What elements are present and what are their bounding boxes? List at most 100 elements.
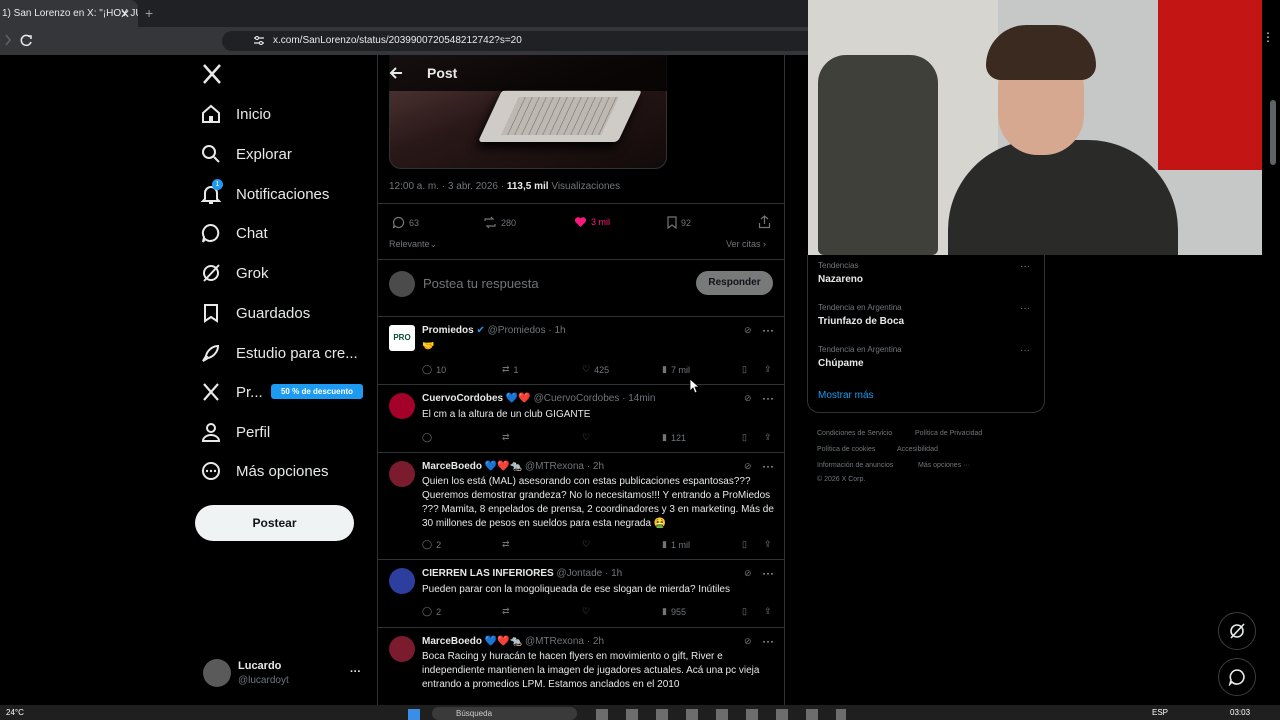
nav-item-mas-opciones[interactable]: Más opciones — [200, 453, 329, 489]
reply-item[interactable]: PRO Promiedos ✔ @Promiedos · 1h 🤝 ◯ 10 ⇄ 1… — [378, 317, 784, 384]
nav-item-grok[interactable]: Grok — [200, 255, 269, 291]
more-icon[interactable]: ··· — [762, 391, 774, 405]
reply-input[interactable]: Postea tu respuesta — [423, 276, 539, 291]
promiedos-avatar[interactable]: PRO — [389, 325, 415, 351]
messages-floating-button[interactable] — [1218, 658, 1256, 696]
reload-icon[interactable] — [20, 34, 33, 47]
nav-item-guardados[interactable]: Guardados — [200, 295, 310, 331]
author-name[interactable]: CIERREN LAS INFERIORES — [422, 568, 554, 579]
reply-replies[interactable]: ◯ 2 — [422, 539, 441, 550]
reply-reposts[interactable]: ⇄ — [502, 432, 510, 443]
footer-link[interactable]: Información de anuncios — [817, 462, 893, 469]
grok-icon[interactable]: ⊘ — [744, 636, 752, 647]
trend-more-icon[interactable]: ··· — [1020, 303, 1030, 314]
close-tab-icon[interactable]: ✕ — [118, 7, 132, 21]
nav-item-explorar[interactable]: Explorar — [200, 136, 292, 172]
avatar[interactable] — [389, 568, 415, 594]
account-avatar[interactable] — [203, 659, 231, 687]
footer-link[interactable]: Accesibilidad — [897, 446, 938, 453]
sort-dropdown[interactable]: Relevante⌄ — [389, 239, 437, 250]
bookmarks-button[interactable]: 92 — [667, 216, 691, 229]
footer-link[interactable]: Condiciones de Servicio — [817, 430, 892, 437]
account-more-icon[interactable]: ··· — [350, 666, 361, 678]
nav-item-chat[interactable]: Chat — [200, 215, 268, 251]
trend-name[interactable]: Triunfazo de Boca — [818, 316, 904, 327]
share-icon[interactable]: ⇪ — [764, 539, 772, 550]
author-name[interactable]: CuervoCordobes 💙❤️ — [422, 393, 531, 404]
reply-views[interactable]: ▮ 1 mil — [662, 539, 690, 550]
reply-likes[interactable]: ♡ — [582, 432, 590, 443]
share-icon[interactable]: ⇪ — [764, 606, 772, 617]
nav-item-estudio[interactable]: Estudio para cre... — [200, 335, 358, 371]
avatar[interactable] — [389, 461, 415, 487]
more-icon[interactable]: ··· — [762, 323, 774, 337]
reply-reposts[interactable]: ⇄ — [502, 606, 510, 617]
back-arrow-icon[interactable] — [389, 66, 403, 80]
reply-likes[interactable]: ♡ 425 — [582, 364, 609, 375]
trend-more-icon[interactable]: ··· — [1020, 261, 1030, 272]
more-icon[interactable]: ··· — [762, 566, 774, 580]
replies-button[interactable]: 63 — [392, 216, 419, 229]
reply-likes[interactable]: ♡ — [582, 539, 590, 550]
share-icon[interactable]: ⇪ — [764, 364, 772, 375]
weather-widget[interactable]: 24°C — [6, 708, 24, 717]
likes-button[interactable]: 3 mil — [574, 216, 610, 228]
reposts-button[interactable]: 280 — [483, 216, 516, 229]
reply-views[interactable]: ▮ 955 — [662, 606, 686, 617]
author-name[interactable]: Promiedos — [422, 325, 474, 336]
view-quotes-link[interactable]: Ver citas › — [726, 239, 766, 249]
bookmark-icon[interactable]: ▯ — [742, 364, 747, 375]
share-icon[interactable]: ⇪ — [764, 432, 772, 443]
reply-item[interactable]: CIERREN LAS INFERIORES @Jontade · 1h Pue… — [378, 560, 784, 627]
browser-menu-icon[interactable]: ⋮ — [1262, 30, 1274, 44]
trend-name[interactable]: Chúpame — [818, 358, 864, 369]
nav-item-inicio[interactable]: Inicio — [200, 96, 271, 132]
windows-start-icon[interactable] — [408, 709, 420, 720]
footer-link[interactable]: Política de cookies — [817, 446, 875, 453]
post-button[interactable]: Postear — [195, 505, 354, 541]
grok-floating-button[interactable] — [1218, 612, 1256, 650]
reply-reposts[interactable]: ⇄ 1 — [502, 364, 519, 375]
bookmark-icon[interactable]: ▯ — [742, 606, 747, 617]
share-icon[interactable] — [758, 215, 771, 229]
taskbar-search[interactable] — [432, 707, 577, 720]
reply-likes[interactable]: ♡ — [582, 606, 590, 617]
reply-item[interactable]: CuervoCordobes 💙❤️ @CuervoCordobes · 14m… — [378, 385, 784, 452]
language-indicator[interactable]: ESP — [1152, 708, 1168, 717]
reply-views[interactable]: ▮ 121 — [662, 432, 686, 443]
bookmark-icon[interactable]: ▯ — [742, 539, 747, 550]
more-icon[interactable]: ··· — [762, 634, 774, 648]
x-logo-icon[interactable] — [201, 63, 223, 85]
reply-replies[interactable]: ◯ 10 — [422, 364, 446, 375]
clock[interactable]: 03:03 — [1230, 708, 1250, 717]
grok-icon[interactable]: ⊘ — [744, 568, 752, 579]
reply-item[interactable]: MarceBoedo 💙❤️🐀 @MTRexona · 2h Quien los… — [378, 453, 784, 559]
reply-reposts[interactable]: ⇄ — [502, 539, 510, 550]
reply-item[interactable]: MarceBoedo 💙❤️🐀 @MTRexona · 2h Boca Raci… — [378, 628, 784, 715]
author-name[interactable]: MarceBoedo 💙❤️🐀 — [422, 636, 522, 647]
avatar[interactable] — [389, 636, 415, 662]
grok-icon[interactable]: ⊘ — [744, 393, 752, 404]
scrollbar[interactable] — [1270, 100, 1276, 165]
new-tab-icon[interactable]: + — [145, 6, 159, 20]
author-name[interactable]: MarceBoedo 💙❤️🐀 — [422, 461, 522, 472]
site-info-icon[interactable] — [253, 35, 265, 46]
reply-views[interactable]: ▮ 7 mil — [662, 364, 690, 375]
more-icon[interactable]: ··· — [762, 459, 774, 473]
show-more-link[interactable]: Mostrar más — [818, 390, 874, 401]
avatar[interactable] — [389, 393, 415, 419]
discount-badge[interactable]: 50 % de descuento — [271, 384, 363, 399]
forward-icon[interactable] — [4, 34, 12, 46]
trend-name[interactable]: Nazareno — [818, 274, 863, 285]
reply-button[interactable]: Responder — [696, 271, 773, 295]
grok-icon[interactable]: ⊘ — [744, 461, 752, 472]
bookmark-icon[interactable]: ▯ — [742, 432, 747, 443]
footer-link[interactable]: Política de Privacidad — [915, 430, 982, 437]
nav-item-perfil[interactable]: Perfil — [200, 414, 270, 450]
nav-item-notificaciones[interactable]: 1 Notificaciones — [200, 176, 329, 212]
grok-icon[interactable]: ⊘ — [744, 325, 752, 336]
reply-replies[interactable]: ◯ 2 — [422, 606, 441, 617]
trend-more-icon[interactable]: ··· — [1020, 345, 1030, 356]
reply-replies[interactable]: ◯ — [422, 432, 432, 443]
nav-item-premium[interactable]: Pr... — [200, 374, 263, 410]
